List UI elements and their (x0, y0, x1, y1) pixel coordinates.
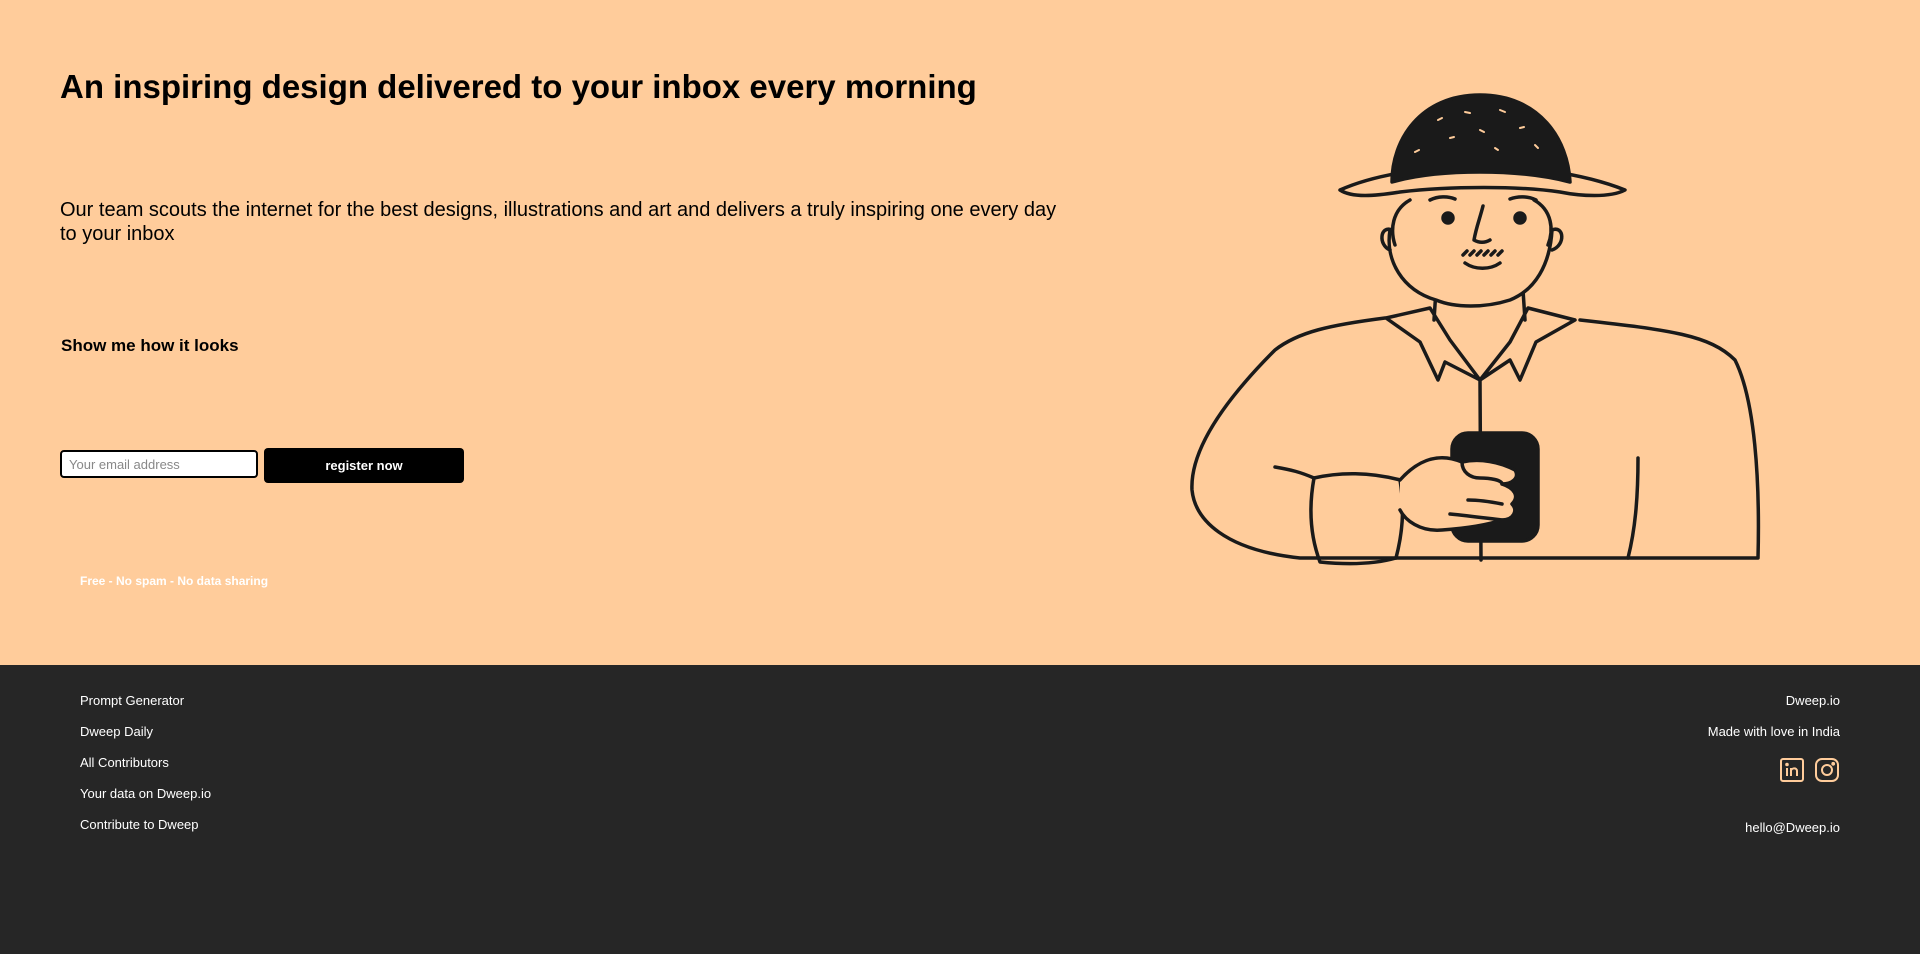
footer-email-link[interactable]: hello@Dweep.io (1745, 820, 1840, 835)
show-me-link[interactable]: Show me how it looks (61, 336, 239, 356)
hero-headline: An inspiring design delivered to your in… (60, 68, 977, 105)
linkedin-icon[interactable] (1779, 757, 1805, 783)
footer-made-with-love: Made with love in India (1707, 724, 1840, 739)
footer: Prompt Generator Dweep Daily All Contrib… (0, 665, 1920, 954)
footer-link-prompt-generator[interactable]: Prompt Generator (80, 693, 184, 708)
register-button[interactable]: register now (264, 448, 464, 483)
instagram-icon[interactable] (1814, 757, 1840, 783)
social-icons (1779, 757, 1840, 783)
footer-brand[interactable]: Dweep.io (1786, 693, 1840, 708)
tagline: Free - No spam - No data sharing (80, 574, 269, 588)
email-input[interactable] (60, 450, 258, 478)
hero-section: An inspiring design delivered to your in… (0, 0, 1920, 665)
man-with-phone-illustration (1190, 93, 1761, 566)
footer-link-your-data[interactable]: Your data on Dweep.io (80, 786, 211, 801)
footer-link-all-contributors[interactable]: All Contributors (80, 755, 169, 770)
hero-subtext: Our team scouts the internet for the bes… (60, 199, 1057, 245)
footer-link-contribute[interactable]: Contribute to Dweep (80, 817, 199, 832)
footer-link-dweep-daily[interactable]: Dweep Daily (80, 724, 153, 739)
